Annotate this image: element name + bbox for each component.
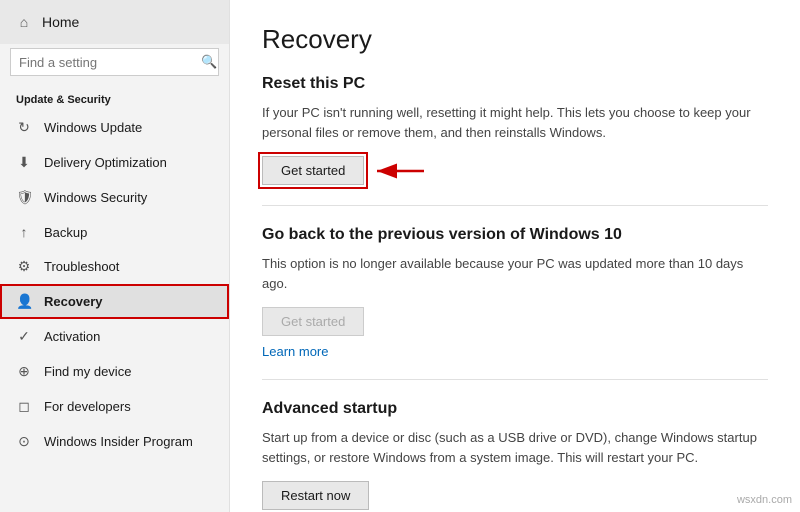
reset-pc-desc: If your PC isn't running well, resetting… bbox=[262, 103, 762, 142]
reset-pc-section: Reset this PC If your PC isn't running w… bbox=[262, 75, 768, 185]
find-device-icon: ⊕ bbox=[16, 363, 32, 380]
sidebar-item-activation[interactable]: ✓ Activation bbox=[0, 319, 229, 354]
learn-more-link[interactable]: Learn more bbox=[262, 344, 328, 359]
advanced-startup-desc: Start up from a device or disc (such as … bbox=[262, 428, 762, 467]
sidebar-item-recovery[interactable]: 👤 Recovery bbox=[0, 284, 229, 319]
section-header: Update & Security bbox=[0, 86, 229, 110]
sidebar-item-label: Backup bbox=[44, 225, 87, 240]
sidebar-item-windows-update[interactable]: ↻ Windows Update bbox=[0, 110, 229, 145]
get-started-container: Get started bbox=[262, 156, 364, 185]
divider-2 bbox=[262, 379, 768, 380]
insider-icon: ⊙ bbox=[16, 433, 32, 450]
sidebar-item-label: Recovery bbox=[44, 294, 103, 309]
search-icon: 🔍 bbox=[201, 54, 217, 70]
sidebar-item-label: Troubleshoot bbox=[44, 259, 119, 274]
activation-icon: ✓ bbox=[16, 328, 32, 345]
go-back-desc: This option is no longer available becau… bbox=[262, 254, 762, 293]
sidebar-item-label: Find my device bbox=[44, 364, 131, 379]
reset-get-started-button[interactable]: Get started bbox=[262, 156, 364, 185]
main-content: Recovery Reset this PC If your PC isn't … bbox=[230, 0, 800, 512]
home-icon: ⌂ bbox=[16, 14, 32, 30]
sidebar-item-label: Windows Security bbox=[44, 190, 147, 205]
sidebar-item-find-my-device[interactable]: ⊕ Find my device bbox=[0, 354, 229, 389]
sidebar-item-delivery-optimization[interactable]: ⬇ Delivery Optimization bbox=[0, 145, 229, 180]
advanced-startup-title: Advanced startup bbox=[262, 400, 768, 418]
sidebar-item-windows-insider[interactable]: ⊙ Windows Insider Program bbox=[0, 424, 229, 459]
sidebar-item-label: For developers bbox=[44, 399, 131, 414]
watermark: wsxdn.com bbox=[737, 494, 792, 506]
backup-icon: ↑ bbox=[16, 224, 32, 240]
search-input[interactable] bbox=[19, 55, 195, 70]
red-arrow-annotation bbox=[369, 156, 424, 186]
search-box[interactable]: 🔍 bbox=[10, 48, 219, 76]
sidebar-item-for-developers[interactable]: ◻ For developers bbox=[0, 389, 229, 424]
sidebar-item-backup[interactable]: ↑ Backup bbox=[0, 215, 229, 249]
sidebar-item-label: Delivery Optimization bbox=[44, 155, 167, 170]
go-back-get-started-button[interactable]: Get started bbox=[262, 307, 364, 336]
sidebar-item-label: Activation bbox=[44, 329, 100, 344]
recovery-icon: 👤 bbox=[16, 293, 32, 310]
troubleshoot-icon: ⚙ bbox=[16, 258, 32, 275]
reset-pc-title: Reset this PC bbox=[262, 75, 768, 93]
sidebar-item-label: Windows Update bbox=[44, 120, 142, 135]
advanced-startup-section: Advanced startup Start up from a device … bbox=[262, 400, 768, 510]
go-back-section: Go back to the previous version of Windo… bbox=[262, 226, 768, 359]
delivery-icon: ⬇ bbox=[16, 154, 32, 171]
sidebar-item-label: Windows Insider Program bbox=[44, 434, 193, 449]
security-icon: 🛡 bbox=[16, 189, 32, 206]
developers-icon: ◻ bbox=[16, 398, 32, 415]
sidebar-home[interactable]: ⌂ Home bbox=[0, 0, 229, 44]
divider-1 bbox=[262, 205, 768, 206]
sidebar: ⌂ Home 🔍 Update & Security ↻ Windows Upd… bbox=[0, 0, 230, 512]
restart-now-button[interactable]: Restart now bbox=[262, 481, 369, 510]
page-title: Recovery bbox=[262, 24, 768, 55]
home-label: Home bbox=[42, 14, 79, 30]
sidebar-item-windows-security[interactable]: 🛡 Windows Security bbox=[0, 180, 229, 215]
sidebar-item-troubleshoot[interactable]: ⚙ Troubleshoot bbox=[0, 249, 229, 284]
windows-update-icon: ↻ bbox=[16, 119, 32, 136]
go-back-title: Go back to the previous version of Windo… bbox=[262, 226, 768, 244]
